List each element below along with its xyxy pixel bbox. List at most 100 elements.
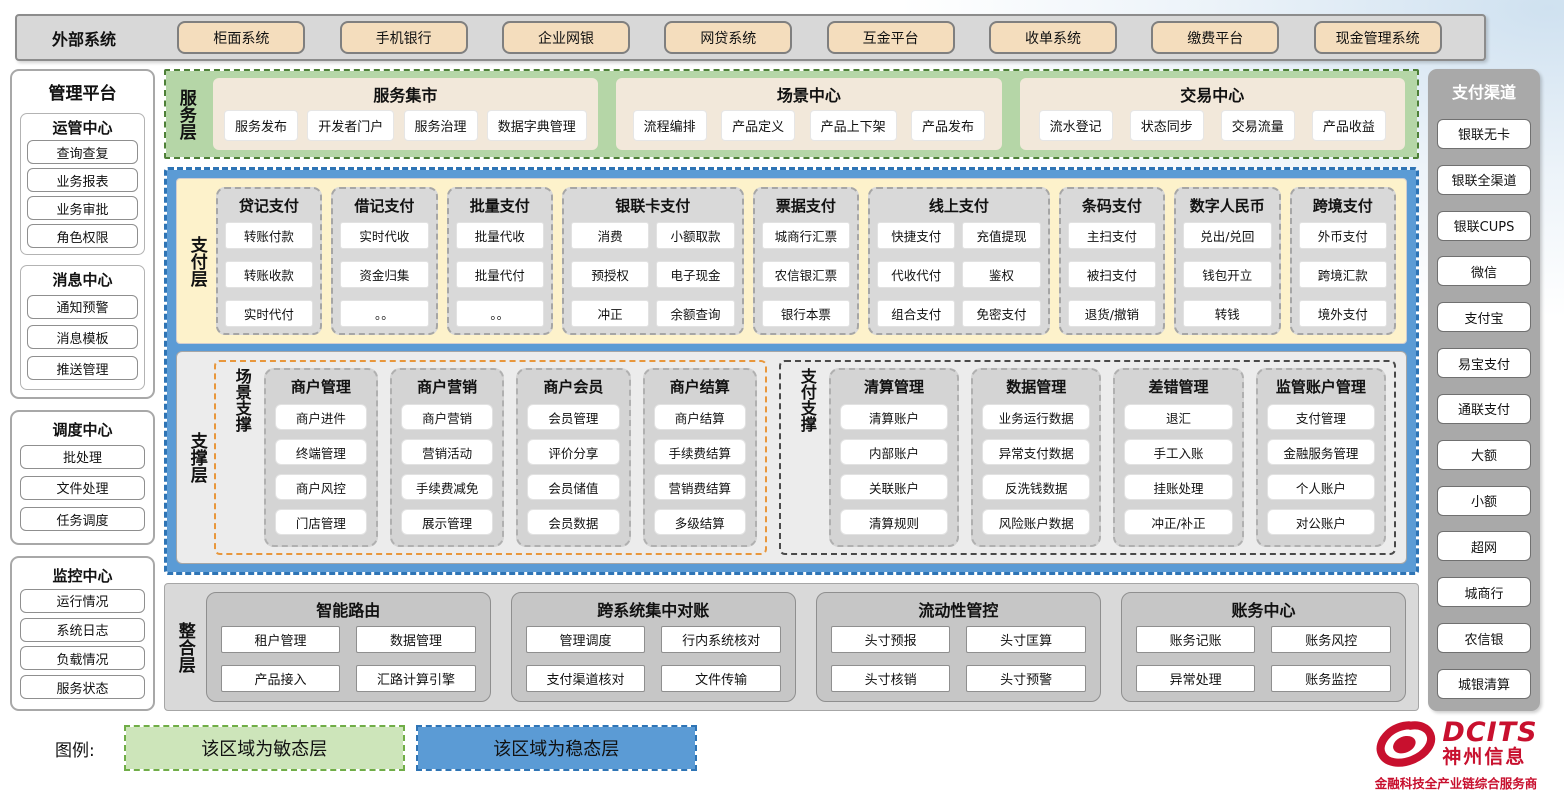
- integration-group-items: 账务记账 账务风控 异常处理 账务监控: [1136, 626, 1391, 692]
- integration-group: 智能路由 租户管理 数据管理 产品接入 汇路计算引擎: [206, 592, 491, 702]
- payment-item-box: 兑出/兑回: [1183, 222, 1271, 249]
- service-item-box: 流程编排: [633, 110, 707, 141]
- management-group-title: 消息中心: [27, 269, 138, 290]
- external-system-box: 互金平台: [827, 21, 955, 54]
- payment-item-box: 充值提现: [962, 222, 1040, 249]
- payment-category: 票据支付 城商行汇票 农信银汇票 银行本票: [753, 187, 859, 335]
- payment-item-box: 农信银汇票: [762, 261, 850, 288]
- support-item-box: 手续费减免: [401, 474, 493, 500]
- payment-channels-panel: 支付渠道 银联无卡 银联全渠道 银联CUPS 微信 支付宝 易宝支付 通联支付 …: [1428, 69, 1540, 711]
- support-category-title: 商户营销: [401, 376, 493, 397]
- payment-layer-label: 支付层: [185, 187, 208, 335]
- external-systems-bar: 外部系统 柜面系统 手机银行 企业网银 网贷系统 互金平台 收单系统 缴费平台 …: [15, 14, 1486, 61]
- support-item-box: 会员管理: [527, 404, 619, 430]
- support-item-box: 营销活动: [401, 439, 493, 465]
- integration-group: 流动性管控 头寸预报 头寸匡算 头寸核销 头寸预警: [816, 592, 1101, 702]
- integration-item-box: 账务风控: [1271, 626, 1391, 653]
- payment-item-box: 境外支付: [1299, 300, 1387, 327]
- payment-channel-box: 易宝支付: [1437, 348, 1531, 378]
- support-zone: 场景支撑 商户管理: [214, 360, 767, 555]
- support-item-box: 门店管理: [275, 509, 367, 535]
- support-category: 清算管理 清算账户 内部账户: [829, 368, 959, 547]
- support-category: 商户管理 商户进件 终端管理: [264, 368, 378, 547]
- support-item-box: 内部账户: [840, 439, 948, 465]
- payment-item-box: 转账收款: [225, 261, 313, 288]
- service-group: 服务集市 服务发布 开发者门户 服务治理 数据字典管理: [213, 78, 598, 150]
- integration-group-items: 头寸预报 头寸匡算 头寸核销 头寸预警: [831, 626, 1086, 692]
- service-item-box: 产品上下架: [810, 110, 897, 141]
- management-item-box: 服务状态: [20, 675, 145, 699]
- payment-item-box: 实时代收: [340, 222, 428, 249]
- payment-item-box: 小额取款: [656, 222, 734, 249]
- payment-item-box: 预授权: [571, 261, 649, 288]
- integration-group: 账务中心 账务记账 账务风控 异常处理 账务监控: [1121, 592, 1406, 702]
- payment-category: 线上支付 快捷支付 充值提现 代收代付: [868, 187, 1050, 335]
- payment-category-title: 票据支付: [762, 195, 850, 216]
- payment-item-box: 批量代付: [456, 261, 544, 288]
- brand-names: DCITS 神州信息: [1442, 719, 1537, 769]
- payment-category: 跨境支付 外币支付 跨境汇款 境外支付: [1290, 187, 1396, 335]
- brand-name-en: DCITS: [1442, 719, 1537, 747]
- support-layer-label: 支撑层: [185, 360, 208, 555]
- support-item-box: 退汇: [1124, 404, 1232, 430]
- support-item-box: 支付管理: [1267, 404, 1375, 430]
- support-item-box: 对公账户: [1267, 509, 1375, 535]
- payment-channel-box: 超网: [1437, 531, 1531, 561]
- legend-label: 图例:: [55, 736, 95, 761]
- management-group-items: 查询查复 业务报表 业务审批 角色权限: [27, 138, 138, 248]
- management-item-box: 业务审批: [27, 196, 138, 220]
- payment-category-items: 主扫支付 被扫支付 退货/撤销: [1068, 222, 1156, 327]
- support-item-box: 挂账处理: [1124, 474, 1232, 500]
- integration-item-box: 异常处理: [1136, 665, 1256, 692]
- payment-channel-box: 城银清算: [1437, 669, 1531, 699]
- external-system-box: 收单系统: [989, 21, 1117, 54]
- payment-category-items: 批量代收 批量代付 。。: [456, 222, 544, 327]
- support-item-box: 关联账户: [840, 474, 948, 500]
- payment-item-box: 免密支付: [962, 300, 1040, 327]
- payment-item-box: 批量代收: [456, 222, 544, 249]
- management-item-box: 批处理: [20, 445, 145, 469]
- service-item-box: 产品定义: [721, 110, 795, 141]
- payment-item-box: 实时代付: [225, 300, 313, 327]
- payment-category: 借记支付 实时代收 资金归集 。。: [331, 187, 437, 335]
- integration-item-box: 头寸预报: [831, 626, 951, 653]
- legend: 图例: 该区域为敏态层 该区域为稳态层: [55, 725, 1564, 771]
- integration-layer-label: 整合层: [173, 592, 196, 702]
- support-item-box: 异常支付数据: [982, 439, 1090, 465]
- support-item-box: 手工入账: [1124, 439, 1232, 465]
- service-group: 交易中心 流水登记 状态同步 交易流量 产品收益: [1020, 78, 1405, 150]
- payment-category: 条码支付 主扫支付 被扫支付 退货/撤销: [1059, 187, 1165, 335]
- legend-items: 该区域为敏态层 该区域为稳态层: [124, 725, 697, 771]
- integration-item-box: 头寸核销: [831, 665, 951, 692]
- management-platform-panel: 管理平台 运管中心 查询查复 业务报表: [10, 69, 155, 711]
- payment-category-title: 贷记支付: [225, 195, 313, 216]
- service-item-box: 状态同步: [1130, 110, 1204, 141]
- integration-item-box: 支付渠道核对: [526, 665, 646, 692]
- support-category-title: 数据管理: [982, 376, 1090, 397]
- payment-item-box: 跨境汇款: [1299, 261, 1387, 288]
- support-zone-columns: 清算管理 清算账户 内部账户: [829, 368, 1386, 547]
- support-item-box: 多级结算: [654, 509, 746, 535]
- layers-column: 服务层 服务集市 服务发布 开发者门户: [164, 69, 1419, 711]
- support-zone-columns: 商户管理 商户进件 终端管理: [264, 368, 757, 547]
- payment-channel-box: 小额: [1437, 486, 1531, 516]
- support-item-box: 商户风控: [275, 474, 367, 500]
- integration-item-box: 管理调度: [526, 626, 646, 653]
- payment-channels-title: 支付渠道: [1437, 79, 1531, 103]
- support-item-box: 终端管理: [275, 439, 367, 465]
- service-layer: 服务层 服务集市 服务发布 开发者门户: [164, 69, 1419, 159]
- external-system-box: 现金管理系统: [1314, 21, 1442, 54]
- integration-item-box: 头寸预警: [966, 665, 1086, 692]
- external-systems-list: 柜面系统 手机银行 企业网银 网贷系统 互金平台 收单系统 缴费平台 现金管理系…: [143, 21, 1476, 54]
- integration-group-title: 跨系统集中对账: [526, 597, 781, 621]
- payment-category-items: 快捷支付 充值提现 代收代付 鉴权 组合支付: [877, 222, 1041, 327]
- support-zone-label: 支付支撑: [789, 368, 825, 547]
- support-category-title: 商户会员: [527, 376, 619, 397]
- brand-name-cn: 神州信息: [1442, 747, 1537, 769]
- support-item-box: 会员数据: [527, 509, 619, 535]
- payment-category: 贷记支付 转账付款 转账收款 实时代付: [216, 187, 322, 335]
- support-item-box: 展示管理: [401, 509, 493, 535]
- support-zone: 支付支撑 清算管理: [779, 360, 1396, 555]
- monitoring-center-box: 监控中心 运行情况 系统日志 负载情况 服务状态: [10, 556, 155, 711]
- payment-category-items: 城商行汇票 农信银汇票 银行本票: [762, 222, 850, 327]
